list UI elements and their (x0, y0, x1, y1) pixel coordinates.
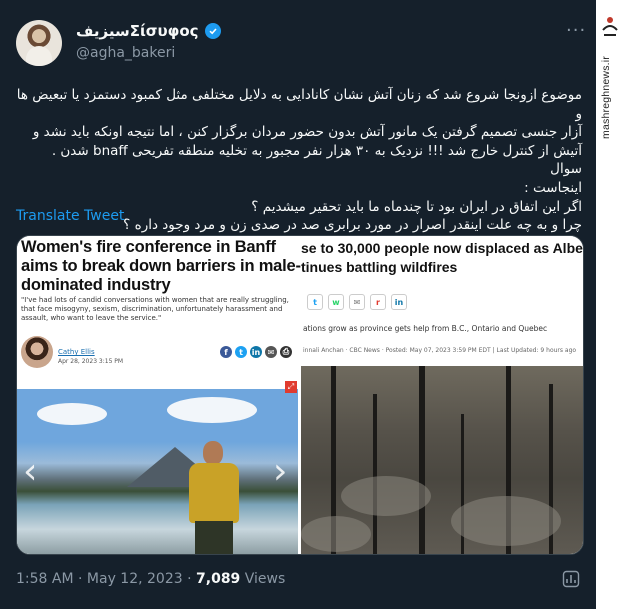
meta-separator: · (78, 571, 83, 587)
translate-tweet-link[interactable]: Translate Tweet (16, 208, 124, 224)
firefighter-photo: ‹ › (17, 389, 298, 554)
more-icon[interactable]: ··· (566, 20, 586, 41)
tweet-media[interactable]: Women's fire conference in Banff aims to… (16, 235, 584, 555)
reddit-icon: r (370, 294, 386, 310)
watermark-site: mashreghnews.ir (600, 56, 612, 139)
linkedin-icon: in (250, 346, 262, 358)
views-label: Views (244, 571, 286, 587)
left-article-headline: Women's fire conference in Banff aims to… (21, 238, 301, 294)
author-avatar (21, 336, 53, 368)
views-count: 7,089 (196, 571, 241, 587)
display-name-row[interactable]: سیزیفΣίσυφος (76, 22, 221, 40)
linkedin-icon: in (391, 294, 407, 310)
tweet-text-line: آتیش از کنترل خارج شد !!! نزدیک به ۳۰ هز… (51, 142, 582, 178)
right-article-screenshot: se to 30,000 people now displaced as Alb… (301, 236, 583, 356)
left-article-screenshot: Women's fire conference in Banff aims to… (17, 236, 301, 389)
chevron-right-icon[interactable]: › (273, 451, 287, 492)
analytics-icon[interactable] (562, 570, 580, 588)
author-name: Cathy Ellis (58, 348, 95, 356)
email-icon: ✉ (349, 294, 365, 310)
right-article-summary: ations grow as province gets help from B… (303, 324, 548, 333)
tweet-text-line: موضوع ازونجا شروع شد که زنان آتش نشان کا… (16, 87, 582, 122)
tweet: سیزیفΣίσυφος @agha_bakeri ··· موضوع ازون… (0, 0, 596, 609)
meta-separator: · (187, 571, 192, 587)
chevron-left-icon[interactable]: ‹ (23, 451, 37, 492)
right-headline-line-2: tinues battling wildfires (301, 259, 458, 275)
left-article-quote: "I've had lots of candid conversations w… (21, 296, 289, 322)
firefighter-figure (185, 441, 243, 554)
right-article-byline: innali Anchan · CBC News · Posted: May 0… (303, 347, 577, 354)
tweet-date[interactable]: May 12, 2023 (87, 571, 183, 587)
facebook-icon: f (220, 346, 232, 358)
expand-icon[interactable]: ⤢ (285, 381, 297, 393)
user-handle[interactable]: @agha_bakeri (76, 45, 175, 61)
email-icon: ✉ (265, 346, 277, 358)
twitter-icon: t (235, 346, 247, 358)
tweet-meta: 1:58 AM · May 12, 2023 · 7,089 Views (16, 571, 285, 587)
tweet-time[interactable]: 1:58 AM (16, 571, 74, 587)
burnt-forest-photo (301, 366, 583, 554)
article-date: Apr 28, 2023 3:15 PM (58, 358, 124, 365)
right-share-icons: t w ✉ r in (307, 294, 407, 310)
share-icons: f t in ✉ ⎙ (220, 346, 292, 358)
mashregh-logo-icon (602, 17, 618, 36)
tweet-text-line: آزار جنسی تصمیم گرفتن یک مانور آتش بدون … (32, 124, 582, 141)
right-headline-line-1: se to 30,000 people now displaced as Alb… (301, 240, 584, 256)
print-icon: ⎙ (280, 346, 292, 358)
profile-avatar[interactable] (16, 20, 62, 66)
display-name[interactable]: سیزیفΣίσυφος (76, 22, 199, 40)
twitter-icon: t (307, 294, 323, 310)
tweet-text-line: اینجاست : (524, 179, 582, 196)
whatsapp-icon: w (328, 294, 344, 310)
right-article-headline: se to 30,000 people now displaced as Alb… (301, 239, 584, 277)
watermark-sidebar: mashreghnews.ir (596, 0, 624, 609)
verified-badge-icon (204, 23, 221, 39)
